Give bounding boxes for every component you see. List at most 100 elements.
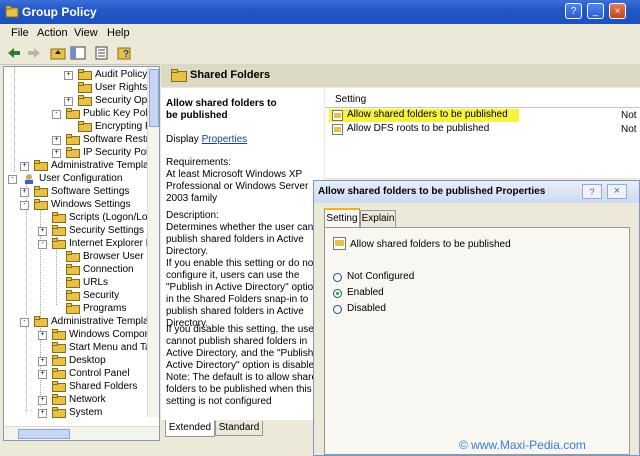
export-list-icon[interactable] (94, 45, 110, 61)
dialog-policy-name: Allow shared folders to be published (350, 239, 511, 250)
tree-node[interactable]: - Internet Explorer Ma (4, 237, 159, 250)
right-pane-header: Shared Folders (161, 64, 640, 87)
tree-node-label: Administrative Template (51, 160, 157, 171)
tree-node-label: Programs (83, 303, 127, 314)
radio-not-configured[interactable]: Not Configured (333, 271, 473, 285)
expand-icon[interactable]: + (64, 97, 73, 106)
expand-icon[interactable]: + (20, 188, 29, 197)
user-config-icon (25, 174, 33, 184)
tree-node[interactable]: + Windows Compone (4, 328, 156, 341)
tree-node[interactable]: + Software Settings (4, 185, 144, 198)
tree-node[interactable]: - Windows Settings (4, 198, 144, 211)
tree-node[interactable]: + Security Settings (4, 224, 144, 237)
expand-icon[interactable]: + (38, 370, 47, 379)
view-tabs: Extended Standard (161, 420, 324, 440)
menu-file[interactable]: File (11, 27, 29, 39)
collapse-icon[interactable]: - (38, 240, 47, 249)
tree-node[interactable]: + Network (4, 393, 144, 406)
tree-node[interactable]: Start Menu and Tasl (4, 341, 158, 354)
console-tree: + Audit Policy User Rights + Security Opt - Pu… (3, 66, 160, 441)
collapse-icon[interactable]: - (52, 110, 61, 119)
menu-bar: File Action View Help (0, 24, 640, 42)
tree-node[interactable]: Security (4, 289, 144, 302)
collapse-icon[interactable]: - (8, 175, 17, 184)
folder-icon (66, 290, 80, 301)
tree-node[interactable]: + Control Panel (4, 367, 144, 380)
expand-icon[interactable]: + (38, 331, 47, 340)
tree-node[interactable]: + Security Opt (4, 94, 150, 107)
tree-node[interactable]: Programs (4, 302, 144, 315)
properties-link[interactable]: Properties (202, 134, 248, 145)
tree-node-label: Administrative Template (51, 316, 157, 327)
setting-column-header[interactable]: Setting (335, 94, 366, 105)
tree-node[interactable]: + Software Restri (4, 133, 151, 146)
folder-icon (34, 199, 48, 210)
show-tree-icon[interactable] (70, 45, 86, 61)
folder-icon (66, 134, 80, 145)
tree-node[interactable]: + Audit Policy (4, 68, 147, 81)
list-item[interactable]: Allow shared folders to be published (329, 109, 519, 122)
tree-node[interactable]: - Administrative Template (4, 315, 157, 328)
collapse-icon[interactable]: - (20, 318, 29, 327)
tree-node-label: Shared Folders (69, 381, 138, 392)
tree-node[interactable]: Encrypting F (4, 120, 151, 133)
folder-icon (78, 82, 92, 93)
tree-node-label: Windows Settings (51, 199, 131, 210)
expand-icon[interactable]: + (38, 396, 47, 405)
tree-node[interactable]: + IP Security Polic (4, 146, 156, 159)
expand-icon[interactable]: + (64, 71, 73, 80)
dialog-help-button[interactable]: ? (582, 184, 602, 199)
tree-node[interactable]: - User Configuration (4, 172, 144, 185)
group-policy-icon (5, 5, 19, 18)
tree-node-label: Security Settings (69, 225, 145, 236)
tree-node[interactable]: Scripts (Logon/Logo (4, 211, 159, 224)
tree-node[interactable]: + Desktop (4, 354, 144, 367)
tree-node-label: User Rights (95, 82, 148, 93)
help-window-button[interactable]: ? (565, 3, 582, 19)
folder-icon (52, 394, 66, 405)
radio-enabled[interactable]: Enabled (333, 287, 473, 301)
menu-view[interactable]: View (74, 27, 98, 39)
tree-node[interactable]: User Rights (4, 81, 148, 94)
radio-disabled[interactable]: Disabled (333, 303, 473, 317)
expand-icon[interactable]: + (38, 357, 47, 366)
expand-icon[interactable]: + (52, 149, 61, 158)
tab-explain[interactable]: Explain (360, 210, 396, 227)
policy-setting-icon (333, 237, 346, 250)
folder-icon (52, 407, 66, 418)
back-icon[interactable] (6, 45, 22, 61)
tree-node[interactable]: Browser User In (4, 250, 155, 263)
tree-node[interactable]: - Public Key Polici (4, 107, 157, 120)
collapse-icon[interactable]: - (20, 201, 29, 210)
up-folder-icon[interactable] (50, 45, 66, 61)
tree-vertical-scrollbar[interactable] (147, 67, 159, 417)
tab-extended[interactable]: Extended (165, 420, 215, 437)
forward-icon[interactable] (26, 45, 42, 61)
expand-icon[interactable]: + (38, 409, 47, 418)
menu-action[interactable]: Action (37, 27, 68, 39)
tree-node-label: Public Key Polici (83, 108, 157, 119)
tree-node[interactable]: Shared Folders (4, 380, 144, 393)
tab-setting[interactable]: Setting (324, 208, 360, 227)
dialog-title: Allow shared folders to be published Pro… (318, 186, 546, 197)
close-button[interactable]: × (609, 3, 626, 19)
expand-icon[interactable]: + (52, 136, 61, 145)
requirements-text: Requirements: At least Microsoft Windows… (166, 157, 309, 204)
tree-node[interactable]: URLs (4, 276, 144, 289)
dialog-close-button[interactable]: × (607, 184, 627, 199)
expand-icon[interactable]: + (38, 227, 47, 236)
minimize-button[interactable]: _ (587, 3, 604, 19)
tree-node[interactable]: Connection (4, 263, 144, 276)
tab-standard[interactable]: Standard (215, 421, 263, 436)
help-icon[interactable]: ? (117, 45, 133, 61)
tree-node[interactable]: + Administrative Template (4, 159, 157, 172)
folder-icon (171, 69, 187, 82)
menu-help[interactable]: Help (107, 27, 130, 39)
expand-icon[interactable]: + (20, 162, 29, 171)
extended-description-pane: Allow shared folders to be published Dis… (161, 88, 324, 428)
list-item[interactable]: Allow DFS roots to be published (329, 123, 519, 136)
tree-horizontal-scrollbar[interactable] (4, 426, 159, 440)
folder-icon (52, 381, 66, 392)
display-label: Display (166, 134, 199, 145)
tree-node[interactable]: + System (4, 406, 144, 419)
